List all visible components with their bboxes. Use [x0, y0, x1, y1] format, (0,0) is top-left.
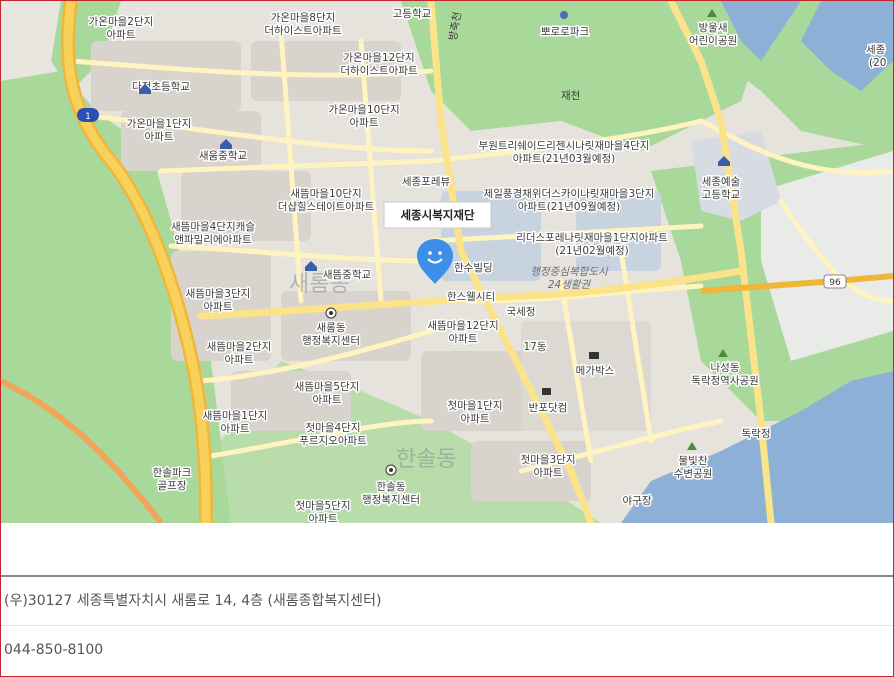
- cinema-icon: [589, 352, 599, 359]
- label-right-20: (20: [869, 57, 886, 69]
- label-high-school: 고등학교: [393, 8, 432, 20]
- label-baseball: 야구장: [623, 494, 652, 507]
- label-hansolpark: 한솔파크 골프장: [153, 467, 192, 492]
- label-saetteum10: 새뜸마을10단지 더샵힐스테이트아파트: [278, 188, 375, 213]
- label-dong17: 17동: [523, 341, 546, 353]
- district-label-hansol: 한솔동: [396, 447, 457, 472]
- government-office-icon: [385, 464, 397, 476]
- label-saetteum-mid: 새뜸중학교: [323, 269, 372, 281]
- label-megabox: 메가박스: [576, 365, 615, 377]
- location-popup[interactable]: 세종시복지재단: [383, 201, 492, 229]
- shop-icon: [542, 388, 551, 395]
- label-tax-office: 국세청: [507, 306, 536, 318]
- government-office-icon: [325, 307, 337, 319]
- page-frame: 1 96 새롬동 한솔동 재천 방축천 가온마을2단지 아파트 가온마을8단지 더하…: [0, 0, 894, 677]
- label-gaon12: 가온마을12단지 더하이스트아파트: [340, 52, 418, 77]
- label-mulbitchan: 물빛찬 수변공원: [674, 455, 713, 480]
- label-banpo: 반포닷컴: [529, 402, 568, 414]
- amusement-icon: [560, 11, 568, 19]
- label-gaon8: 가온마을8단지 더하이스트아파트: [264, 12, 342, 37]
- address-text: (우)30127 세종특별자치시 새롬로 14, 4층 (새롬종합복지센터): [1, 577, 893, 626]
- label-pororo: 뽀로로파크: [541, 26, 590, 38]
- route-shield-1: 1: [77, 108, 99, 122]
- label-hansu: 한수빌딩: [454, 262, 493, 274]
- label-dokrakjeong: 독락정: [742, 428, 771, 440]
- map-canvas[interactable]: 1 96 새롬동 한솔동 재천 방축천 가온마을2단지 아파트 가온마을8단지 더하…: [1, 1, 893, 523]
- contact-info: (우)30127 세종특별자치시 새롬로 14, 4층 (새롬종합복지센터) 0…: [1, 523, 893, 676]
- map-view[interactable]: 1 96 새롬동 한솔동 재천 방축천 가온마을2단지 아파트 가온마을8단지 더하…: [1, 1, 893, 523]
- label-sejong-right: 세종: [866, 44, 886, 56]
- phone-text: 044-850-8100: [4, 642, 104, 658]
- label-sejong-forum: 세종포레뷰: [402, 176, 451, 188]
- label-saeum-mid: 새움중학교: [199, 150, 248, 162]
- label-saetteum4: 새뜸마을4단지캐슬 앤파밀리에아파트: [171, 221, 255, 246]
- info-divider: [1, 523, 893, 577]
- label-hanswell: 한스웰시티: [447, 291, 495, 303]
- popup-title: 세종시복지재단: [400, 208, 474, 222]
- label-cheotmaeul4: 첫마을4단지 푸르지오아파트: [299, 422, 367, 447]
- route-shield-96: 96: [823, 274, 847, 289]
- svg-text:1: 1: [85, 112, 91, 122]
- road-label-jaechon: 재천: [561, 90, 580, 102]
- svg-text:96: 96: [829, 278, 841, 288]
